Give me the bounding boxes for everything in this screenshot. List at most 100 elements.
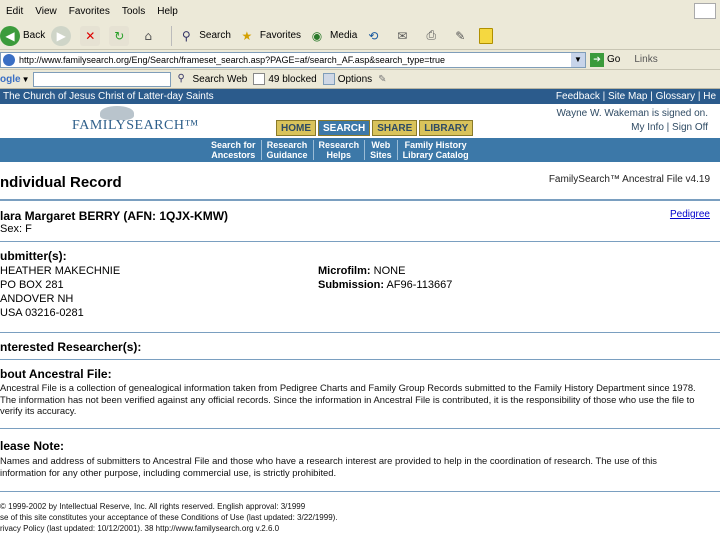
divider [0, 332, 720, 333]
top-links[interactable]: Feedback | Site Map | Glossary | He [556, 91, 720, 102]
divider [0, 428, 720, 429]
subnav-line: Helps [326, 150, 352, 160]
signed-in-panel: Wayne W. Wakeman is signed on. My Info |… [556, 107, 708, 135]
refresh-button[interactable]: ↻ [109, 25, 132, 46]
address-bar: http://www.familysearch.org/Eng/Search/f… [0, 50, 720, 70]
subnav-line: Ancestors [211, 150, 256, 160]
subnav-library-catalog[interactable]: Family History Library Catalog [398, 140, 474, 160]
subnav-research-guidance[interactable]: Research Guidance [262, 140, 314, 160]
messenger-button[interactable] [479, 27, 494, 44]
home-icon: ⌂ [144, 28, 153, 43]
sex-field: Sex: F [0, 223, 32, 235]
subnav-line: Library Catalog [402, 150, 469, 160]
edit-button[interactable]: ✎ [450, 26, 473, 46]
microfilm-value: NONE [373, 265, 406, 277]
note-heading: lease Note: [0, 439, 65, 453]
google-toolbar: ogle ▼ ⚲ Search Web 49 blocked Options ✎ [0, 70, 720, 89]
page-footer: © 1999-2002 by Intellectual Reserve, Inc… [0, 501, 338, 534]
options-icon [322, 73, 335, 85]
back-button[interactable]: ◀ Back [0, 25, 45, 46]
subnav-research-helps[interactable]: Research Helps [314, 140, 366, 160]
popup-blocked-button[interactable]: 49 blocked [253, 73, 317, 85]
popup-blocker-icon [253, 73, 266, 85]
page-title: ndividual Record [0, 174, 122, 191]
favorites-button[interactable]: ★ Favorites [237, 26, 302, 46]
forward-button[interactable]: ▶ [51, 25, 74, 46]
menu-edit[interactable]: Edit [0, 6, 29, 17]
back-arrow-icon: ◀ [0, 25, 20, 46]
mail-icon: ✉ [397, 28, 408, 43]
tab-library[interactable]: LIBRARY [419, 120, 474, 136]
site-header: FAMILYSEARCH™ HOME SEARCH SHARE LIBRARY … [0, 104, 720, 138]
subnav-line: Research [318, 140, 360, 150]
menu-view[interactable]: View [29, 6, 63, 17]
mail-button[interactable]: ✉ [392, 26, 415, 46]
browser-toolbar: ◀ Back ▶ ✕ ↻ ⌂ ⚲ Search ★ Favorites ◉ Me… [0, 22, 720, 50]
divider [0, 199, 720, 201]
submission-value: AF96-113667 [386, 279, 453, 291]
divider [0, 491, 720, 492]
google-logo[interactable]: ogle [0, 74, 21, 85]
stop-icon: ✕ [80, 25, 101, 46]
media-button[interactable]: ◉ Media [307, 26, 358, 46]
search-web-button[interactable]: ⚲ Search Web [177, 73, 247, 85]
history-button[interactable]: ⟲ [363, 26, 386, 46]
search-label: Search [199, 30, 231, 41]
tab-home[interactable]: HOME [276, 120, 316, 136]
note-text: Names and address of submitters to Ances… [0, 455, 657, 478]
sub-navigation: Search for Ancestors Research Guidance R… [0, 138, 720, 162]
search-web-icon: ⚲ [177, 73, 185, 84]
stop-button[interactable]: ✕ [80, 25, 103, 46]
blocked-label: 49 blocked [268, 73, 317, 85]
church-bar: The Church of Jesus Christ of Latter-day… [0, 89, 720, 104]
subnav-web-sites[interactable]: Web Sites [365, 140, 398, 160]
refresh-icon: ↻ [109, 25, 130, 46]
options-button[interactable]: Options [322, 73, 373, 85]
address-line: HEATHER MAKECHNIE [0, 265, 121, 277]
conditions-line[interactable]: se of this site constitutes your accepta… [0, 512, 338, 523]
address-input[interactable]: http://www.familysearch.org/Eng/Search/f… [0, 51, 586, 68]
media-label: Media [330, 30, 358, 41]
pedigree-link[interactable]: Pedigree [670, 209, 710, 220]
person-name: lara Margaret BERRY (AFN: 1QJX-KMW) [0, 209, 229, 223]
address-url: http://www.familysearch.org/Eng/Search/f… [19, 54, 446, 65]
menu-bar: Edit View Favorites Tools Help [0, 0, 720, 22]
google-dropdown-icon[interactable]: ▼ [22, 75, 30, 84]
subnav-line: Sites [370, 150, 392, 160]
go-button[interactable]: ➔ Go [590, 52, 621, 67]
links-label[interactable]: Links [634, 54, 657, 65]
signed-in-text: Wayne W. Wakeman is signed on. [556, 108, 708, 119]
subnav-line: Web [371, 140, 391, 150]
toolbar-separator [171, 25, 173, 46]
home-button[interactable]: ⌂ [138, 26, 161, 46]
menu-favorites[interactable]: Favorites [63, 6, 116, 17]
church-title[interactable]: The Church of Jesus Christ of Latter-day… [0, 91, 214, 102]
google-search-input[interactable] [33, 71, 172, 87]
subnav-line: Search for [211, 140, 256, 150]
submitter-address: HEATHER MAKECHNIE PO BOX 281 ANDOVER NH … [0, 264, 120, 320]
pencil-icon[interactable]: ✎ [378, 74, 386, 85]
print-button[interactable]: ⎙ [421, 26, 444, 46]
submitter-heading: ubmitter(s): [0, 249, 67, 263]
search-web-label: Search Web [192, 73, 248, 85]
edit-icon: ✎ [455, 28, 466, 43]
familysearch-logo[interactable]: FAMILYSEARCH™ [72, 118, 199, 134]
privacy-line[interactable]: rivacy Policy (last updated: 10/12/2001)… [0, 523, 338, 534]
menu-tools[interactable]: Tools [116, 6, 151, 17]
subnav-line: Guidance [266, 150, 308, 160]
address-dropdown-icon[interactable]: ▼ [571, 52, 585, 67]
researchers-heading: nterested Researcher(s): [0, 340, 142, 354]
subnav-search-ancestors[interactable]: Search for Ancestors [206, 140, 262, 160]
go-label: Go [607, 54, 621, 65]
menu-help[interactable]: Help [151, 6, 184, 17]
main-tabs: HOME SEARCH SHARE LIBRARY [276, 120, 475, 136]
search-button[interactable]: ⚲ Search [176, 26, 231, 46]
submission-label: Submission: [318, 279, 385, 291]
windows-logo-icon [694, 3, 716, 19]
options-label: Options [337, 73, 373, 85]
divider [0, 359, 720, 360]
star-icon: ★ [241, 28, 253, 43]
tab-share[interactable]: SHARE [372, 120, 418, 136]
account-links[interactable]: My Info | Sign Off [556, 121, 708, 135]
tab-search[interactable]: SEARCH [318, 120, 371, 136]
